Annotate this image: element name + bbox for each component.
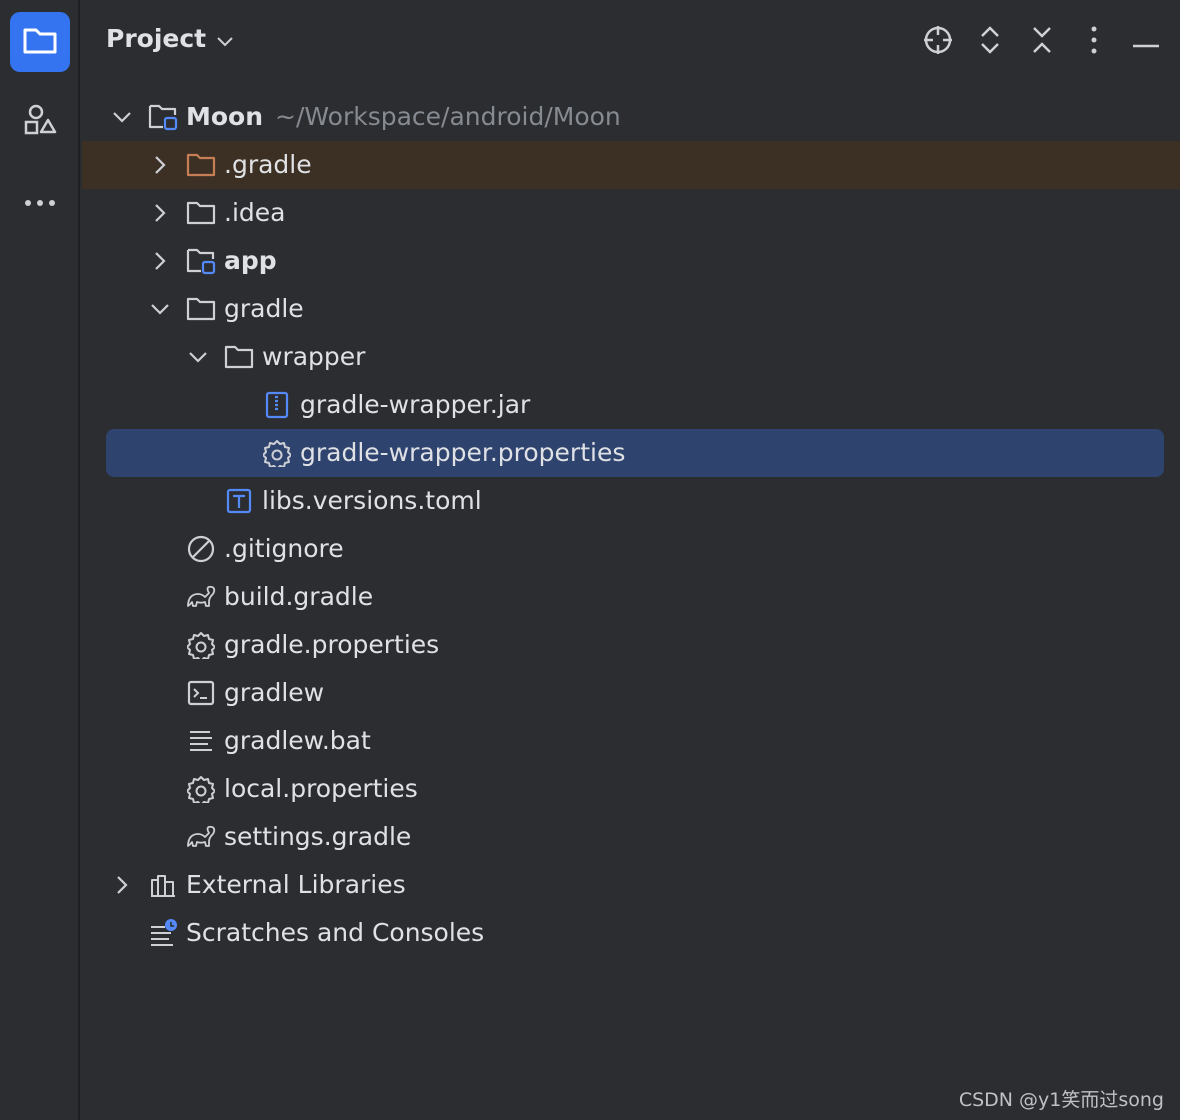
folder-icon xyxy=(22,25,58,59)
tree-node-gradle[interactable]: gradle xyxy=(82,285,1180,333)
tree-node-label: libs.versions.toml xyxy=(262,486,482,515)
hide-panel-button[interactable] xyxy=(1126,22,1166,62)
view-selector[interactable]: Project xyxy=(106,24,234,53)
tree-node-label: .idea xyxy=(224,198,286,227)
chevron-right-icon[interactable] xyxy=(148,249,172,273)
project-path: ~/Workspace/android/Moon xyxy=(275,102,621,131)
chevron-down-icon xyxy=(216,24,234,53)
folder-icon xyxy=(186,199,216,227)
tree-node-label: wrapper xyxy=(262,342,366,371)
tool-window-strip xyxy=(0,0,80,1120)
tree-node-label: gradlew xyxy=(224,678,325,707)
project-panel: Project Moon ~/Workspace/android/Moon .g… xyxy=(82,0,1180,1120)
minimize-icon xyxy=(1132,33,1160,52)
gear-icon xyxy=(262,439,292,467)
tree-node-label: Scratches and Consoles xyxy=(186,918,485,947)
lines-icon xyxy=(186,727,216,755)
tree-node-label: gradle xyxy=(224,294,304,323)
tree-node-moon[interactable]: Moon ~/Workspace/android/Moon xyxy=(82,93,1180,141)
project-tool-button[interactable] xyxy=(10,12,70,72)
gear-icon xyxy=(186,775,216,803)
tree-node-idea[interactable]: .idea xyxy=(82,189,1180,237)
tree-node-app[interactable]: app xyxy=(82,237,1180,285)
locate-icon xyxy=(922,24,954,60)
tree-node-external-libraries[interactable]: External Libraries xyxy=(82,861,1180,909)
panel-header: Project xyxy=(82,0,1180,84)
tree-node-gradle-wrapper-jar[interactable]: gradle-wrapper.jar xyxy=(82,381,1180,429)
tree-node-wrapper[interactable]: wrapper xyxy=(82,333,1180,381)
tree-node-label: build.gradle xyxy=(224,582,374,611)
tree-node-scratches-and-consoles[interactable]: Scratches and Consoles xyxy=(82,909,1180,957)
ignore-icon xyxy=(186,535,216,563)
tree-node-label: .gitignore xyxy=(224,534,344,563)
chevron-right-icon[interactable] xyxy=(110,873,134,897)
module-folder-icon xyxy=(148,103,178,131)
scratches-icon xyxy=(148,919,178,947)
collapse-all-icon xyxy=(1030,24,1054,60)
text-file-icon xyxy=(224,487,254,515)
more-tool-windows-button[interactable] xyxy=(10,172,70,232)
tree-node-label: settings.gradle xyxy=(224,822,412,851)
folder-icon xyxy=(224,343,254,371)
library-icon xyxy=(148,871,178,899)
collapse-all-button[interactable] xyxy=(1022,22,1062,62)
tree-node-libs-versions-toml[interactable]: libs.versions.toml xyxy=(82,477,1180,525)
chevron-down-icon[interactable] xyxy=(148,297,172,321)
excluded-folder-icon xyxy=(186,151,216,179)
tree-node-gradle-wrapper-properties[interactable]: gradle-wrapper.properties xyxy=(106,429,1164,477)
gear-icon xyxy=(186,631,216,659)
tree-node-gitignore[interactable]: .gitignore xyxy=(82,525,1180,573)
tree-node-dot-gradle[interactable]: .gradle xyxy=(82,141,1180,189)
tree-node-local-properties[interactable]: local.properties xyxy=(82,765,1180,813)
tree-node-gradlew[interactable]: gradlew xyxy=(82,669,1180,717)
structure-tool-button[interactable] xyxy=(10,92,70,152)
tree-node-label: gradle.properties xyxy=(224,630,440,659)
tree-node-label: gradle-wrapper.jar xyxy=(300,390,531,419)
module-folder-icon xyxy=(186,247,216,275)
tree-node-label: gradle-wrapper.properties xyxy=(300,438,626,467)
locate-button[interactable] xyxy=(918,22,958,62)
expand-all-icon xyxy=(978,24,1002,60)
chevron-down-icon[interactable] xyxy=(110,105,134,129)
terminal-icon xyxy=(186,679,216,707)
folder-icon xyxy=(186,295,216,323)
chevron-down-icon[interactable] xyxy=(186,345,210,369)
tree-node-label: local.properties xyxy=(224,774,418,803)
tree-node-label: app xyxy=(224,246,277,275)
tree-node-gradle-properties[interactable]: gradle.properties xyxy=(82,621,1180,669)
gradle-icon xyxy=(186,823,216,851)
watermark: CSDN @y1笑而过song xyxy=(958,1089,1164,1111)
expand-all-button[interactable] xyxy=(970,22,1010,62)
tree-node-build-gradle[interactable]: build.gradle xyxy=(82,573,1180,621)
tree-node-settings-gradle[interactable]: settings.gradle xyxy=(82,813,1180,861)
shapes-icon xyxy=(22,102,58,142)
tree-node-label: .gradle xyxy=(224,150,312,179)
archive-icon xyxy=(262,391,292,419)
tree-node-label: gradlew.bat xyxy=(224,726,371,755)
tree-node-gradlew-bat[interactable]: gradlew.bat xyxy=(82,717,1180,765)
options-button[interactable] xyxy=(1074,22,1114,62)
gradle-icon xyxy=(186,583,216,611)
more-vertical-icon xyxy=(1090,26,1098,58)
chevron-right-icon[interactable] xyxy=(148,201,172,225)
more-horizontal-icon xyxy=(22,193,58,212)
page-title: Project xyxy=(106,24,207,53)
tree-node-label: Moon ~/Workspace/android/Moon xyxy=(186,102,621,131)
tree-node-label: External Libraries xyxy=(186,870,406,899)
chevron-right-icon[interactable] xyxy=(148,153,172,177)
